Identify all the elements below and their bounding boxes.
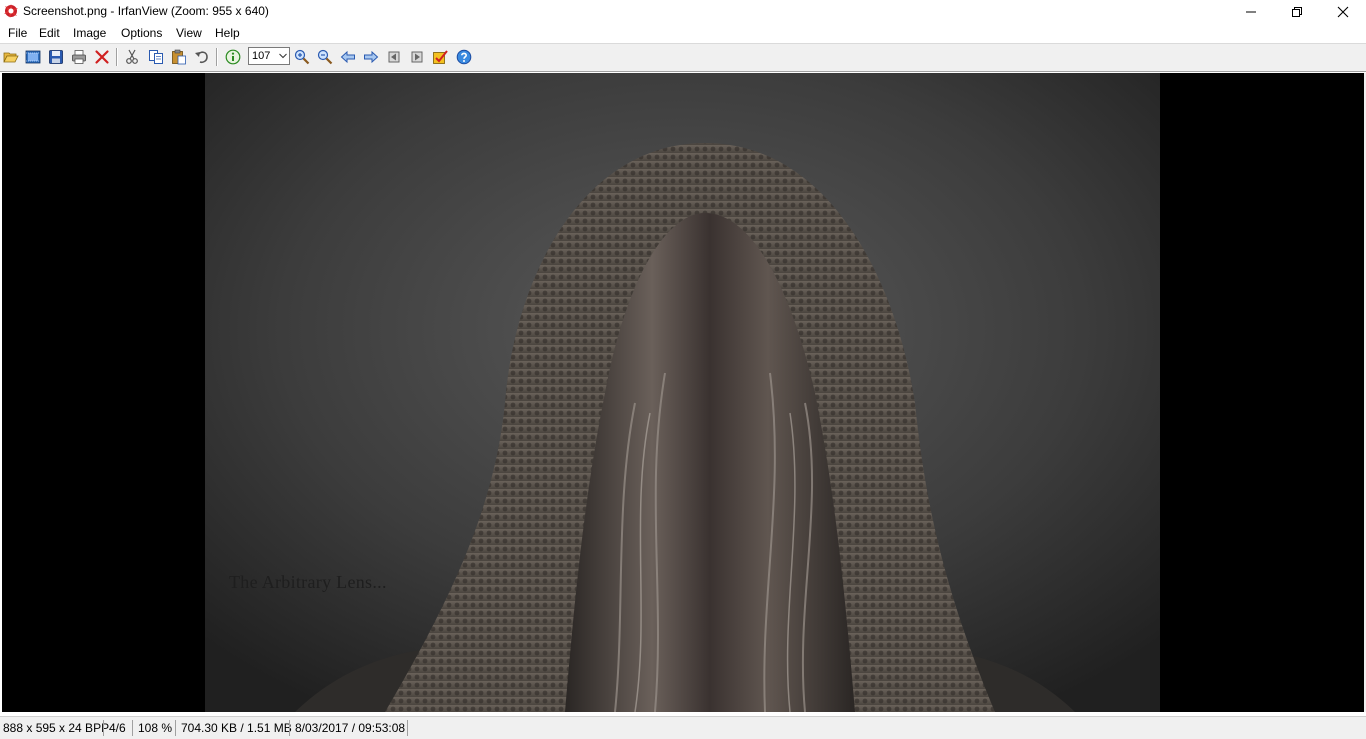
cut-button[interactable] [122,47,142,67]
displayed-photo: The Arbitrary Lens... [205,73,1160,712]
menu-options[interactable]: Options [120,26,163,40]
paste-button[interactable] [169,47,189,67]
first-icon [388,51,400,63]
menu-help[interactable]: Help [214,26,241,40]
next-icon [364,50,379,64]
undo-icon [195,51,208,64]
zoom-in-button[interactable] [292,47,312,67]
last-icon [411,51,423,63]
chevron-down-icon [279,53,287,59]
menu-bar: File Edit Image Options View Help [0,23,1366,43]
print-icon [72,50,86,64]
status-divider [103,720,104,736]
restore-icon [1292,6,1302,17]
irfanview-app-icon [4,4,18,18]
menu-edit[interactable]: Edit [38,26,61,40]
photo-image [205,73,1160,712]
thumbnails-icon [25,50,41,64]
zoom-in-icon [294,49,310,65]
watermark-text: The Arbitrary Lens... [229,572,387,592]
status-divider [407,720,408,736]
toolbar-separator [216,48,218,66]
zoom-value: 107 [252,50,271,62]
save-button[interactable] [46,47,66,67]
info-icon [225,49,241,65]
menu-file[interactable]: File [7,26,28,40]
status-index: 4/6 [109,721,126,735]
status-divider [132,720,133,736]
close-icon [1337,6,1349,17]
image-viewer[interactable]: The Arbitrary Lens... [2,73,1364,712]
status-divider [175,720,176,736]
help-button[interactable] [454,47,474,67]
zoom-out-icon [317,49,333,65]
zoom-out-button[interactable] [315,47,335,67]
status-zoom: 108 % [138,721,173,735]
open-icon [3,52,19,63]
delete-icon [95,50,109,64]
status-datetime: 8/03/2017 / 09:53:08 [295,721,406,735]
zoom-dropdown[interactable]: 107 [248,47,290,65]
delete-button[interactable] [92,47,112,67]
status-bar: 888 x 595 x 24 BPP 4/6 108 % 704.30 KB /… [0,716,1366,739]
status-divider [289,720,290,736]
options-icon [433,50,448,64]
status-dimensions: 888 x 595 x 24 BPP [3,721,110,735]
menu-view[interactable]: View [175,26,203,40]
minimize-button[interactable] [1228,0,1274,23]
next-button[interactable] [361,47,381,67]
print-button[interactable] [69,47,89,67]
minimize-icon [1246,11,1256,12]
help-icon [456,49,472,65]
save-icon [49,50,63,64]
info-button[interactable] [223,47,243,67]
options-button[interactable] [430,47,450,67]
paste-icon [172,49,186,65]
copy-icon [149,50,163,64]
previous-button[interactable] [338,47,358,67]
open-button[interactable] [1,47,21,67]
restore-button[interactable] [1274,0,1320,23]
window-title: Screenshot.png - IrfanView (Zoom: 955 x … [23,4,269,18]
toolbar: 107 [0,44,1366,72]
copy-button[interactable] [146,47,166,67]
title-bar: Screenshot.png - IrfanView (Zoom: 955 x … [0,0,1366,23]
menu-image[interactable]: Image [72,26,107,40]
last-button[interactable] [407,47,427,67]
thumbnails-button[interactable] [23,47,43,67]
undo-button[interactable] [192,47,212,67]
previous-icon [340,50,355,64]
status-file-size: 704.30 KB / 1.51 MB [181,721,292,735]
close-button[interactable] [1320,0,1366,23]
cut-icon [126,49,138,64]
toolbar-separator [116,48,118,66]
first-button[interactable] [384,47,404,67]
